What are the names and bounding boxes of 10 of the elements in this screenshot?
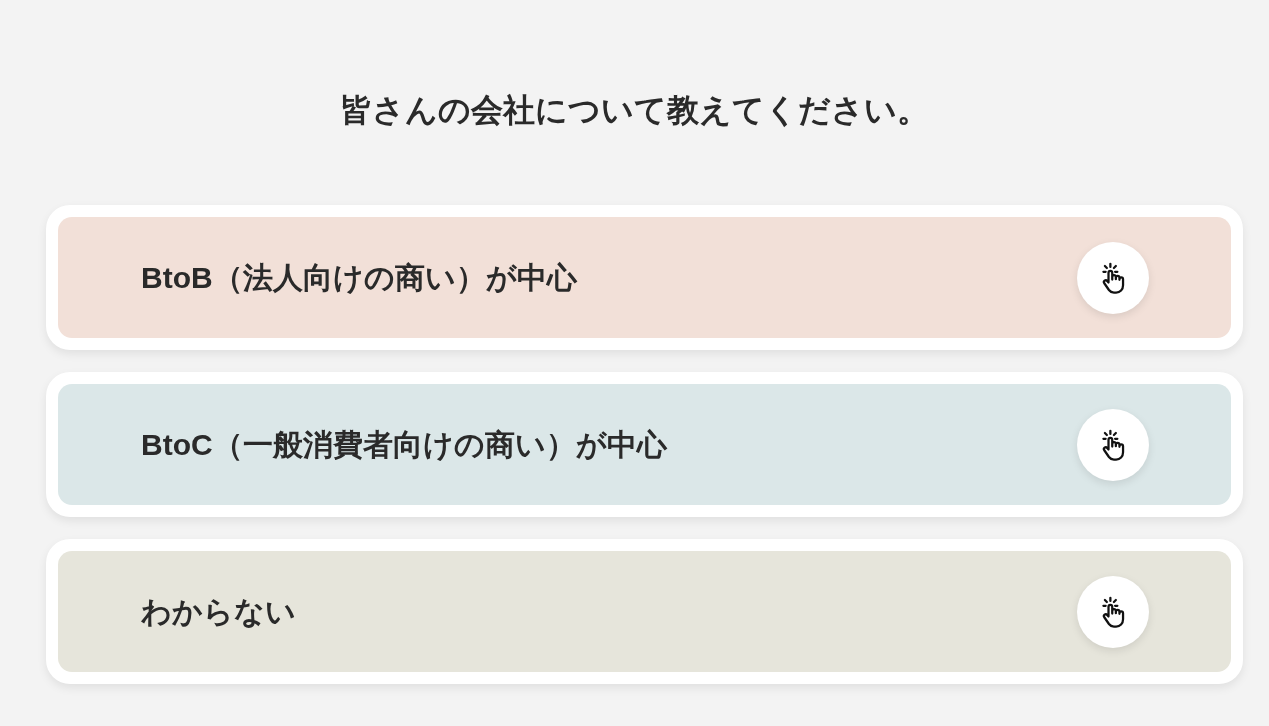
hand-pointer-icon (1077, 408, 1149, 481)
option-card[interactable]: わからない (46, 539, 1243, 684)
option-label: わからない (141, 593, 296, 630)
option-card[interactable]: BtoC（一般消費者向けの商い）が中心 (46, 372, 1243, 517)
option-label: BtoC（一般消費者向けの商い）が中心 (141, 426, 667, 463)
question-heading: 皆さんの会社について教えてください。 (340, 91, 929, 130)
option-label: BtoB（法人向けの商い）が中心 (141, 259, 577, 296)
hand-pointer-icon (1077, 241, 1149, 314)
hand-pointer-icon (1077, 575, 1149, 648)
option-card[interactable]: BtoB（法人向けの商い）が中心 (46, 205, 1243, 350)
